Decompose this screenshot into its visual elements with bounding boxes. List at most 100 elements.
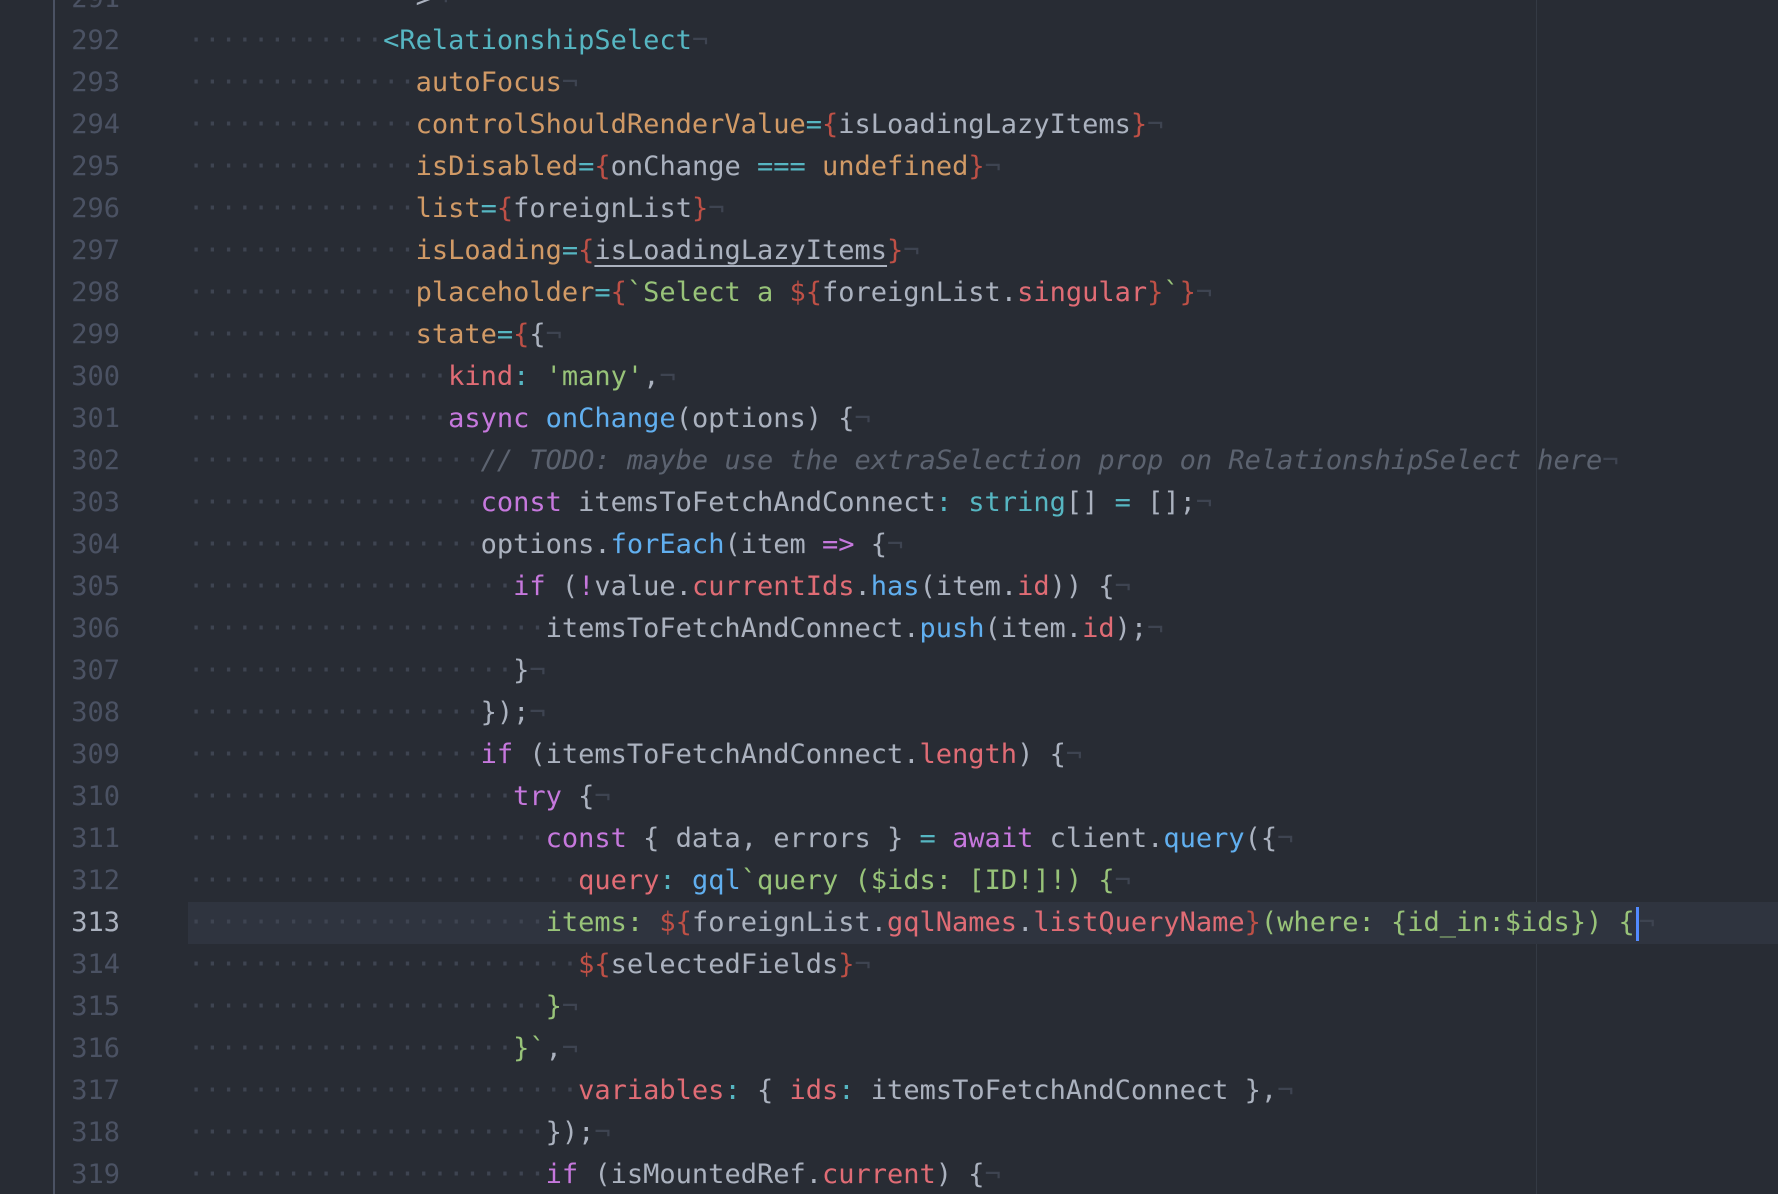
line-number[interactable]: 306 xyxy=(56,608,120,650)
line-number[interactable]: 293 xyxy=(56,62,120,104)
code-line[interactable]: 311 ······················const { data, e… xyxy=(0,818,1778,860)
code-line[interactable]: 292 ············<RelationshipSelect¬ xyxy=(0,20,1778,62)
code-line[interactable]: 297 ··············isLoading={isLoadingLaz… xyxy=(0,230,1778,272)
code-line[interactable]: 296 ··············list={foreignList}¬ xyxy=(0,188,1778,230)
code-text[interactable]: ··············isLoading={isLoadingLazyIt… xyxy=(188,230,920,272)
code-line[interactable]: 294 ··············controlShouldRenderValu… xyxy=(0,104,1778,146)
code-text[interactable]: ··············controlShouldRenderValue={… xyxy=(188,104,1163,146)
code-text[interactable]: ············<RelationshipSelect¬ xyxy=(188,20,708,62)
code-line[interactable]: 310 ····················try {¬ xyxy=(0,776,1778,818)
code-token: current xyxy=(821,1159,936,1190)
line-number[interactable]: 299 xyxy=(56,314,120,356)
line-number[interactable]: 296 xyxy=(56,188,120,230)
code-text[interactable]: ············ >¬ xyxy=(188,0,448,20)
code-line[interactable]: 300 ················kind: 'many',¬ xyxy=(0,356,1778,398)
line-number[interactable]: 297 xyxy=(56,230,120,272)
code-line[interactable]: 306 ······················itemsToFetchAnd… xyxy=(0,608,1778,650)
code-token: => xyxy=(822,529,855,560)
code-line-active[interactable]: 313 ······················items: ${foreig… xyxy=(0,902,1778,944)
code-line[interactable]: 291 ············ >¬ xyxy=(0,0,1778,20)
line-number[interactable]: 311 xyxy=(56,818,120,860)
code-text[interactable]: ························query: gql`query… xyxy=(188,860,1131,902)
indent-whitespace: ················ xyxy=(188,403,449,434)
code-text[interactable]: ····················try {¬ xyxy=(188,776,611,818)
code-text[interactable]: ······················items: ${foreignLi… xyxy=(188,902,1655,944)
code-text[interactable]: ························variables: { ids… xyxy=(188,1070,1293,1112)
code-line[interactable]: 315 ······················}¬ xyxy=(0,986,1778,1028)
code-line[interactable]: 318 ······················});¬ xyxy=(0,1112,1778,1154)
code-token: query xyxy=(1163,823,1245,854)
code-text[interactable]: ··················});¬ xyxy=(188,692,546,734)
code-text[interactable]: ······················}¬ xyxy=(188,986,578,1028)
line-number[interactable]: 316 xyxy=(56,1028,120,1070)
code-text[interactable]: ······················});¬ xyxy=(188,1112,611,1154)
end-of-line-marker: ¬ xyxy=(659,361,676,392)
code-text[interactable]: ······················if (isMountedRef.c… xyxy=(188,1154,1001,1194)
code-line[interactable]: 295 ··············isDisabled={onChange ==… xyxy=(0,146,1778,188)
line-number[interactable]: 312 xyxy=(56,860,120,902)
code-text[interactable]: ··············placeholder={`Select a ${f… xyxy=(188,272,1212,314)
code-line[interactable]: 316 ····················}`,¬ xyxy=(0,1028,1778,1070)
code-text[interactable]: ··············isDisabled={onChange === u… xyxy=(188,146,1001,188)
line-number[interactable]: 295 xyxy=(56,146,120,188)
code-token: { data, errors } xyxy=(626,823,920,854)
code-line[interactable]: 317 ························variables: { … xyxy=(0,1070,1778,1112)
line-number[interactable]: 292 xyxy=(56,20,120,62)
code-line[interactable]: 309 ··················if (itemsToFetchAnd… xyxy=(0,734,1778,776)
code-line[interactable]: 293 ··············autoFocus¬ xyxy=(0,62,1778,104)
code-editor[interactable]: 291 ············ >¬ 292 ············<Relati… xyxy=(0,0,1778,1194)
code-text[interactable]: ··················options.forEach(item =… xyxy=(188,524,903,566)
code-text[interactable]: ··················if (itemsToFetchAndCon… xyxy=(188,734,1082,776)
line-number[interactable]: 300 xyxy=(56,356,120,398)
code-text[interactable]: ······················itemsToFetchAndCon… xyxy=(188,608,1163,650)
code-text[interactable]: ··················// TODO: maybe use the… xyxy=(188,440,1619,482)
code-text[interactable]: ··············state={{¬ xyxy=(188,314,562,356)
code-line[interactable]: 319 ······················if (isMountedRe… xyxy=(0,1154,1778,1194)
line-number[interactable]: 310 xyxy=(56,776,120,818)
line-number[interactable]: 294 xyxy=(56,104,120,146)
line-number[interactable]: 318 xyxy=(56,1112,120,1154)
code-line[interactable]: 298 ··············placeholder={`Select a … xyxy=(0,272,1778,314)
code-line[interactable]: 301 ················async onChange(option… xyxy=(0,398,1778,440)
code-token: itemsToFetchAndConnect. xyxy=(545,613,920,644)
code-line[interactable]: 308 ··················});¬ xyxy=(0,692,1778,734)
code-line[interactable]: 303 ··················const itemsToFetchA… xyxy=(0,482,1778,524)
code-token: isDisabled xyxy=(415,151,579,182)
code-text[interactable]: ··············list={foreignList}¬ xyxy=(188,188,724,230)
line-number[interactable]: 304 xyxy=(56,524,120,566)
code-line[interactable]: 314 ························${selectedFie… xyxy=(0,944,1778,986)
line-number[interactable]: 305 xyxy=(56,566,120,608)
code-text[interactable]: ················async onChange(options) … xyxy=(188,398,871,440)
code-token: try xyxy=(513,781,562,812)
code-token: async xyxy=(448,403,530,434)
line-number[interactable]: 315 xyxy=(56,986,120,1028)
line-number[interactable]: 291 xyxy=(56,0,120,20)
line-number[interactable]: 313 xyxy=(56,902,120,944)
line-number[interactable]: 319 xyxy=(56,1154,120,1194)
code-text[interactable]: ················kind: 'many',¬ xyxy=(188,356,676,398)
line-number[interactable]: 307 xyxy=(56,650,120,692)
line-number[interactable]: 301 xyxy=(56,398,120,440)
code-text[interactable]: ····················}`,¬ xyxy=(188,1028,578,1070)
code-text[interactable]: ······················const { data, erro… xyxy=(188,818,1293,860)
code-text[interactable]: ························${selectedFields… xyxy=(188,944,871,986)
line-number[interactable]: 308 xyxy=(56,692,120,734)
line-number[interactable]: 302 xyxy=(56,440,120,482)
line-number[interactable]: 314 xyxy=(56,944,120,986)
code-line[interactable]: 304 ··················options.forEach(ite… xyxy=(0,524,1778,566)
code-text[interactable]: ····················if (!value.currentId… xyxy=(188,566,1131,608)
code-token: []; xyxy=(1130,487,1196,518)
code-line[interactable]: 305 ····················if (!value.curren… xyxy=(0,566,1778,608)
line-number[interactable]: 309 xyxy=(56,734,120,776)
line-number[interactable]: 317 xyxy=(56,1070,120,1112)
code-text[interactable]: ··················const itemsToFetchAndC… xyxy=(188,482,1212,524)
code-line[interactable]: 299 ··············state={{¬ xyxy=(0,314,1778,356)
code-text[interactable]: ··············autoFocus¬ xyxy=(188,62,578,104)
code-line[interactable]: 312 ························query: gql`qu… xyxy=(0,860,1778,902)
code-line[interactable]: 307 ····················}¬ xyxy=(0,650,1778,692)
code-text[interactable]: ····················}¬ xyxy=(188,650,546,692)
line-number[interactable]: 303 xyxy=(56,482,120,524)
code-line[interactable]: 302 ··················// TODO: maybe use … xyxy=(0,440,1778,482)
line-number[interactable]: 298 xyxy=(56,272,120,314)
